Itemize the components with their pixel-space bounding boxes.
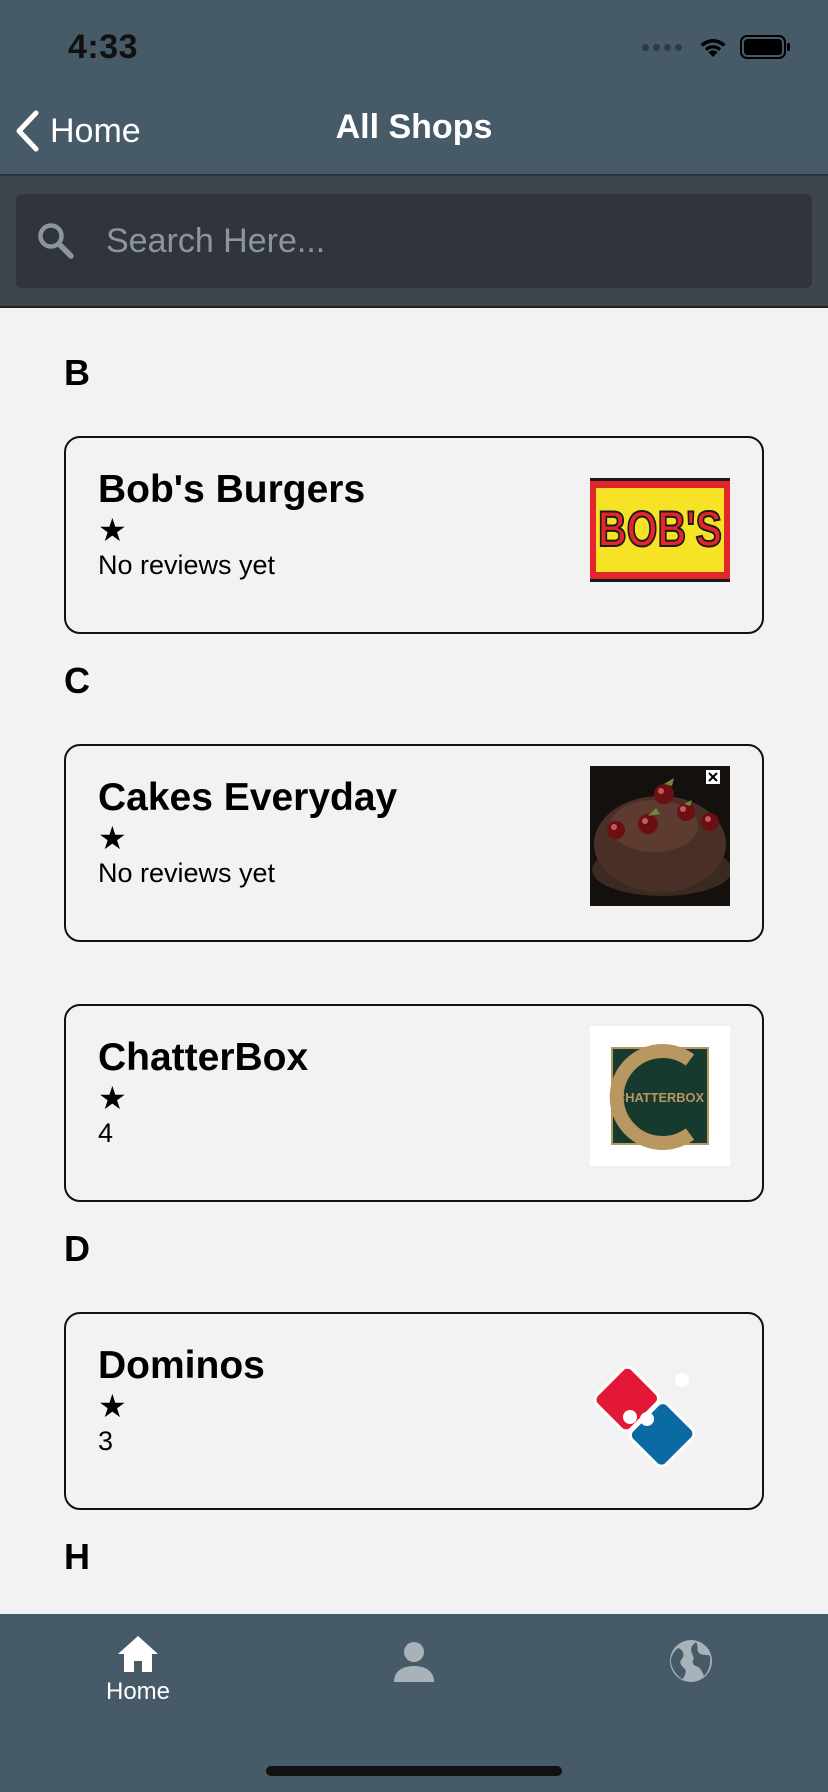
search-input[interactable] <box>106 211 812 271</box>
search-bar-container <box>0 176 828 308</box>
profile-icon <box>394 1642 434 1682</box>
star-icon: ★ <box>98 820 127 856</box>
shop-name: ChatterBox <box>98 1036 309 1079</box>
cellular-signal-icon <box>642 43 682 51</box>
star-icon: ★ <box>98 1080 127 1116</box>
search-box[interactable] <box>16 194 812 288</box>
shop-rating: 4 <box>98 1118 114 1148</box>
shop-name: Dominos <box>98 1344 265 1387</box>
tab-home-label: Home <box>105 1678 171 1705</box>
chatterbox-logo: CHATTERBOX <box>590 1026 730 1166</box>
status-time: 4:33 <box>68 28 139 66</box>
status-indicators <box>642 34 792 60</box>
bobs-burgers-logo: BOB'S <box>590 478 730 582</box>
tab-explore[interactable] <box>621 1634 761 1734</box>
top-header: 4:33 Home All Shops <box>0 0 828 176</box>
shop-card-cakes-everyday[interactable]: Cakes Everyday ★ No reviews yet <box>64 744 764 942</box>
shop-rating: 3 <box>98 1426 114 1456</box>
section-header-c: C <box>64 660 90 701</box>
section-header-h: H <box>64 1536 90 1577</box>
shop-name: Bob's Burgers <box>98 468 366 511</box>
wifi-icon <box>700 38 726 57</box>
home-indicator <box>266 1766 562 1776</box>
shop-name: Cakes Everyday <box>98 776 398 819</box>
shop-rating: No reviews yet <box>98 550 276 580</box>
tab-home[interactable]: Home <box>68 1634 208 1734</box>
section-header-b: B <box>64 352 90 393</box>
chocolate-cake-photo <box>590 766 730 906</box>
shop-card-dominos[interactable]: Dominos ★ 3 <box>64 1312 764 1510</box>
section-header-d: D <box>64 1228 90 1269</box>
shop-card-chatterbox[interactable]: ChatterBox ★ 4 CHATTERBOX <box>64 1004 764 1202</box>
star-icon: ★ <box>98 512 127 548</box>
page-title: All Shops <box>335 108 493 146</box>
tab-profile[interactable] <box>344 1634 484 1734</box>
shop-rating: No reviews yet <box>98 858 276 888</box>
home-icon <box>118 1636 158 1672</box>
search-icon <box>38 223 74 259</box>
shop-list[interactable]: B Bob's Burgers ★ No reviews yet BOB'S C… <box>0 308 828 1614</box>
dominos-logo <box>593 1365 696 1468</box>
svg-text:CHATTERBOX: CHATTERBOX <box>616 1090 704 1105</box>
globe-icon <box>670 1640 712 1682</box>
battery-icon <box>740 35 790 59</box>
shop-card-bobs-burgers[interactable]: Bob's Burgers ★ No reviews yet BOB'S <box>64 436 764 634</box>
svg-text:BOB'S: BOB'S <box>598 501 722 557</box>
star-icon: ★ <box>98 1388 127 1424</box>
